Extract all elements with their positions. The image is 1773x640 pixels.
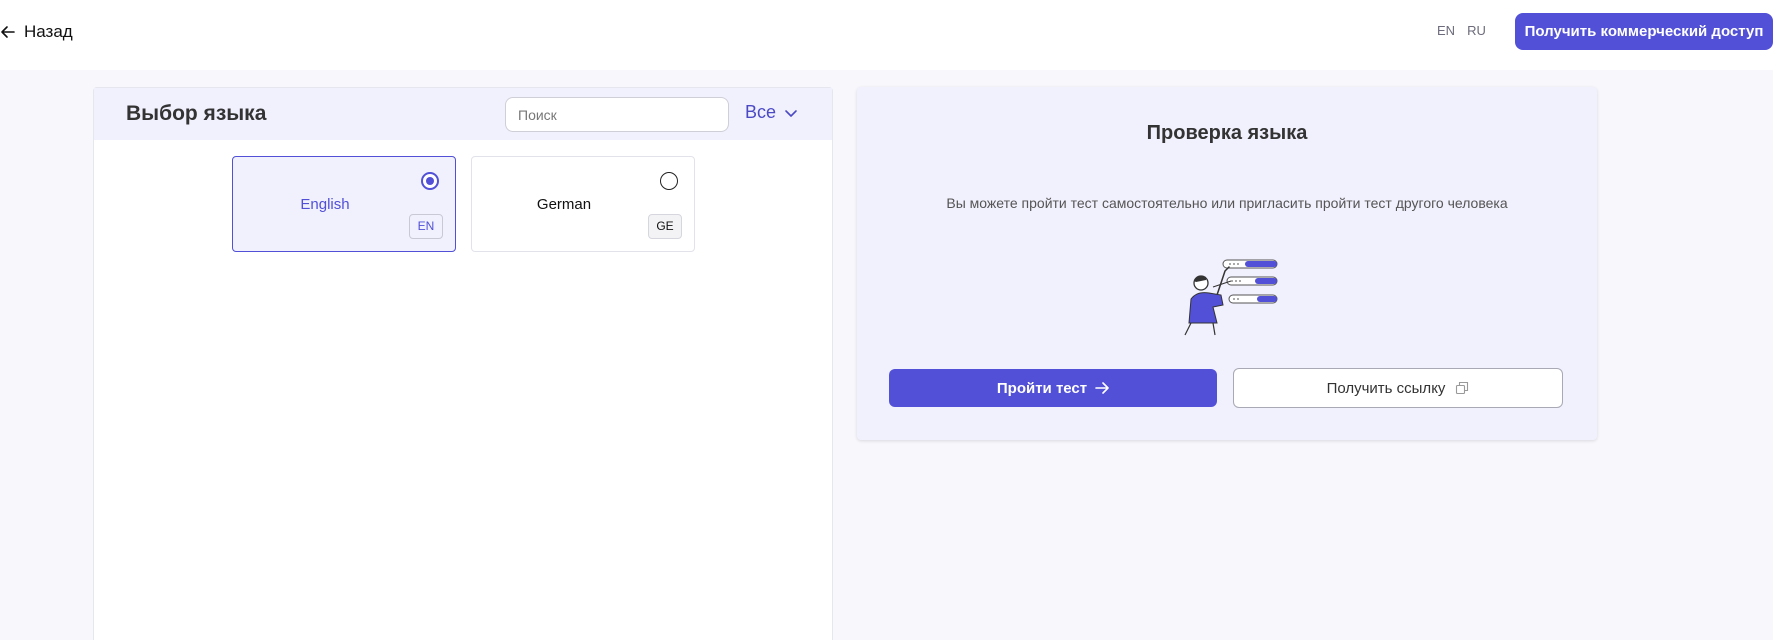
back-label: Назад bbox=[24, 22, 73, 41]
language-check-panel: Проверка языка Вы можете пройти тест сам… bbox=[857, 87, 1597, 440]
language-card-label: English bbox=[300, 196, 350, 213]
language-card-german[interactable]: German GE bbox=[471, 156, 695, 252]
language-check-title: Проверка языка bbox=[1146, 122, 1308, 144]
get-commercial-access-button[interactable]: Получить коммерческий доступ bbox=[1515, 13, 1773, 50]
back-link[interactable]: Назад bbox=[0, 20, 73, 44]
copy-icon bbox=[1456, 381, 1469, 395]
language-switcher: EN RU bbox=[1437, 23, 1486, 38]
arrow-left-icon bbox=[1, 26, 15, 38]
lang-option-ru[interactable]: RU bbox=[1467, 23, 1486, 38]
top-header: Назад EN RU Получить коммерческий доступ bbox=[0, 0, 1773, 70]
language-card-english[interactable]: English EN bbox=[232, 156, 456, 252]
filter-label: Все bbox=[745, 102, 777, 122]
person-test-illustration-icon bbox=[1184, 259, 1278, 336]
take-test-label: Пройти тест bbox=[996, 379, 1088, 397]
get-link-label: Получить ссылку bbox=[1326, 379, 1446, 397]
language-card-label: German bbox=[536, 196, 592, 213]
take-test-button[interactable]: Пройти тест bbox=[889, 369, 1217, 407]
get-link-button[interactable]: Получить ссылку bbox=[1233, 368, 1563, 408]
language-selection-panel: Выбор языка Все English EN German GE bbox=[93, 87, 833, 640]
language-search-input[interactable] bbox=[505, 97, 729, 132]
filter-dropdown[interactable]: Все bbox=[745, 102, 798, 123]
language-panel-title: Выбор языка bbox=[126, 102, 267, 125]
language-code-badge: GE bbox=[648, 214, 682, 239]
language-panel-header: Выбор языка Все bbox=[94, 88, 832, 140]
arrow-right-icon bbox=[1095, 382, 1109, 394]
language-code-badge: EN bbox=[409, 214, 443, 239]
radio-selected-icon[interactable] bbox=[421, 172, 439, 190]
lang-option-en[interactable]: EN bbox=[1437, 23, 1455, 38]
chevron-down-icon bbox=[785, 109, 797, 117]
radio-unselected-icon[interactable] bbox=[660, 172, 678, 190]
language-check-description: Вы можете пройти тест самостоятельно или… bbox=[946, 195, 1508, 211]
